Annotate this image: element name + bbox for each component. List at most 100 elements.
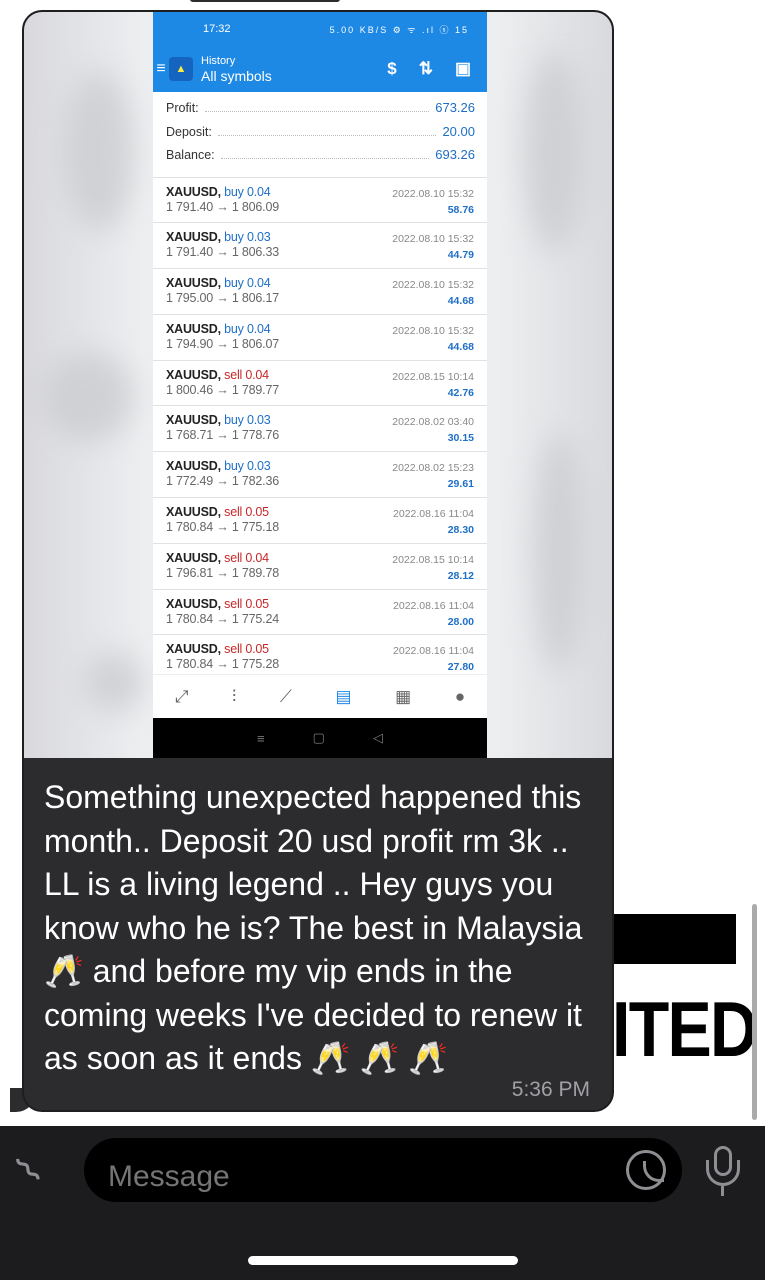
top-pill	[190, 0, 340, 2]
blur-region	[84, 652, 144, 712]
trade-side: sell	[224, 596, 243, 611]
trade-profit: 58.76	[447, 203, 474, 216]
background-text: ITED	[612, 985, 758, 1073]
sticker-icon[interactable]	[626, 1150, 666, 1190]
trade-symbol: XAUUSD,	[166, 230, 221, 245]
microphone-icon[interactable]	[704, 1146, 742, 1198]
home-indicator[interactable]	[248, 1256, 518, 1265]
trade-prices: 1 796.81 → 1 789.78	[166, 565, 279, 580]
trade-date: 2022.08.16 11:04	[393, 645, 474, 658]
trade-symbol: XAUUSD,	[166, 505, 221, 520]
scroll-indicator	[752, 904, 757, 1120]
trade-row: XAUUSD, sell 0.04 1 800.46 → 1 789.77 2022…	[153, 361, 487, 407]
trade-lots: 0.04	[245, 550, 269, 565]
trade-date: 2022.08.10 15:32	[392, 324, 474, 337]
trade-side: buy	[224, 184, 244, 199]
message-text: Something unexpected happened this month…	[44, 779, 583, 1076]
trade-symbol: XAUUSD,	[166, 550, 221, 565]
phone-status-bar: 17:32 5.00 KB/S ⚙ ᯤ .ıl ⓢ 15	[153, 12, 487, 46]
trade-side: sell	[224, 550, 243, 565]
trade-profit: 29.61	[447, 478, 474, 491]
mt-screenshot: 17:32 5.00 KB/S ⚙ ᯤ .ıl ⓢ 15 ≡ ▲ History…	[153, 12, 487, 758]
message-bubble[interactable]: 17:32 5.00 KB/S ⚙ ᯤ .ıl ⓢ 15 ≡ ▲ History…	[22, 10, 614, 1112]
trade-prices: 1 768.71 → 1 778.76	[166, 428, 279, 443]
trade-profit: 42.76	[447, 386, 474, 399]
mt-bottom-toolbar: ⤢ ⫶ ⟋ ▤ ▦ ●	[153, 674, 487, 718]
trade-symbol: XAUUSD,	[166, 459, 221, 474]
trade-prices: 1 772.49 → 1 782.36	[166, 474, 279, 489]
paperclip-icon[interactable]: ⌇	[7, 1148, 52, 1193]
summary-row-profit: Profit: 673.26	[166, 100, 475, 124]
trade-symbol: XAUUSD,	[166, 596, 221, 611]
summary-label: Profit:	[166, 101, 199, 115]
trade-row: XAUUSD, buy 0.03 1 768.71 → 1 778.76 2022.…	[153, 406, 487, 453]
phone-nav-bar: ≡ ▢ ◁	[153, 718, 487, 758]
news-icon: ▦	[395, 686, 412, 706]
trade-side: buy	[224, 459, 244, 474]
chat-icon: ●	[454, 686, 466, 706]
trade-prices: 1 780.84 → 1 775.24	[166, 611, 279, 626]
summary-value: 20.00	[442, 123, 475, 139]
history-icon: ▤	[335, 686, 352, 706]
hamburger-icon: ≡	[156, 60, 166, 77]
trade-side: buy	[224, 321, 244, 336]
trade-lots: 0.05	[245, 642, 269, 657]
summary-value: 673.26	[435, 100, 475, 115]
trade-row: XAUUSD, buy 0.04 1 791.40 → 1 806.09 2022.…	[153, 178, 487, 224]
trade-lots: 0.04	[246, 184, 271, 199]
trade-prices: 1 795.00 → 1 806.17	[166, 291, 279, 306]
trade-date: 2022.08.10 15:32	[392, 187, 474, 200]
trade-prices: 1 780.84 → 1 775.28	[166, 657, 279, 672]
blur-region	[64, 72, 134, 232]
currency-filter-icon: $	[387, 59, 397, 78]
trade-prices: 1 800.46 → 1 789.77	[166, 382, 279, 397]
blur-region	[44, 352, 134, 442]
trade-symbol: XAUUSD,	[166, 184, 221, 199]
sort-icon: ⇅	[418, 59, 433, 78]
trade-row: XAUUSD, buy 0.03 1 791.40 → 1 806.33 2022.…	[153, 223, 487, 270]
dotted-leader	[220, 158, 430, 159]
trade-lots: 0.03	[246, 459, 271, 474]
trade-symbol: XAUUSD,	[166, 367, 221, 382]
trade-lots: 0.04	[246, 321, 271, 336]
shared-photo[interactable]: 17:32 5.00 KB/S ⚙ ᯤ .ıl ⓢ 15 ≡ ▲ History…	[24, 12, 612, 758]
trade-row: XAUUSD, buy 0.04 1 794.90 → 1 806.07 2022.…	[153, 315, 487, 361]
trade-lots: 0.03	[246, 230, 271, 245]
message-input[interactable]	[84, 1138, 682, 1202]
background-black-bar	[612, 914, 736, 964]
trade-profit: 28.30	[447, 524, 474, 537]
trade-profit: 44.79	[447, 249, 474, 262]
trade-lots: 0.05	[245, 596, 269, 611]
home-icon: ▢	[312, 730, 325, 745]
trade-date: 2022.08.16 11:04	[393, 599, 474, 612]
trade-profit: 28.12	[447, 569, 474, 582]
trade-lots: 0.03	[246, 413, 271, 428]
trade-symbol: XAUUSD,	[166, 276, 221, 291]
trade-date: 2022.08.15 10:14	[392, 553, 474, 566]
trade-lots: 0.05	[245, 505, 269, 520]
trade-profit: 30.15	[447, 432, 474, 445]
history-app-bar: ≡ ▲ History All symbols $ ⇅ ▣	[153, 46, 487, 92]
trade-prices: 1 791.40 → 1 806.33	[166, 245, 279, 260]
trade-symbol: XAUUSD,	[166, 642, 221, 657]
trade-symbol: XAUUSD,	[166, 321, 221, 336]
trade-lots: 0.04	[245, 367, 269, 382]
back-icon: ◁	[372, 730, 383, 745]
trade-profit: 27.80	[447, 661, 474, 674]
trade-side: buy	[224, 413, 244, 428]
trade-profit: 44.68	[447, 340, 474, 353]
trade-date: 2022.08.02 15:23	[392, 462, 474, 475]
trade-side: sell	[224, 367, 243, 382]
trade-row: XAUUSD, buy 0.04 1 795.00 → 1 806.17 2022.…	[153, 269, 487, 315]
summary-value: 693.26	[435, 147, 475, 162]
trade-row: XAUUSD, sell 0.04 1 796.81 → 1 789.78 2022…	[153, 544, 487, 590]
dotted-leader	[204, 111, 430, 112]
dotted-leader	[217, 134, 437, 136]
trade-list: XAUUSD, buy 0.04 1 791.40 → 1 806.09 2022.…	[153, 178, 487, 682]
summary-label: Deposit:	[166, 124, 212, 139]
trend-icon: ⟋	[279, 686, 292, 706]
menu-icon: ≡	[257, 730, 265, 746]
trade-icon: ⤢	[174, 686, 189, 706]
message-timestamp: 5:36 PM	[511, 1078, 590, 1101]
app-logo-icon: ▲	[169, 57, 193, 81]
